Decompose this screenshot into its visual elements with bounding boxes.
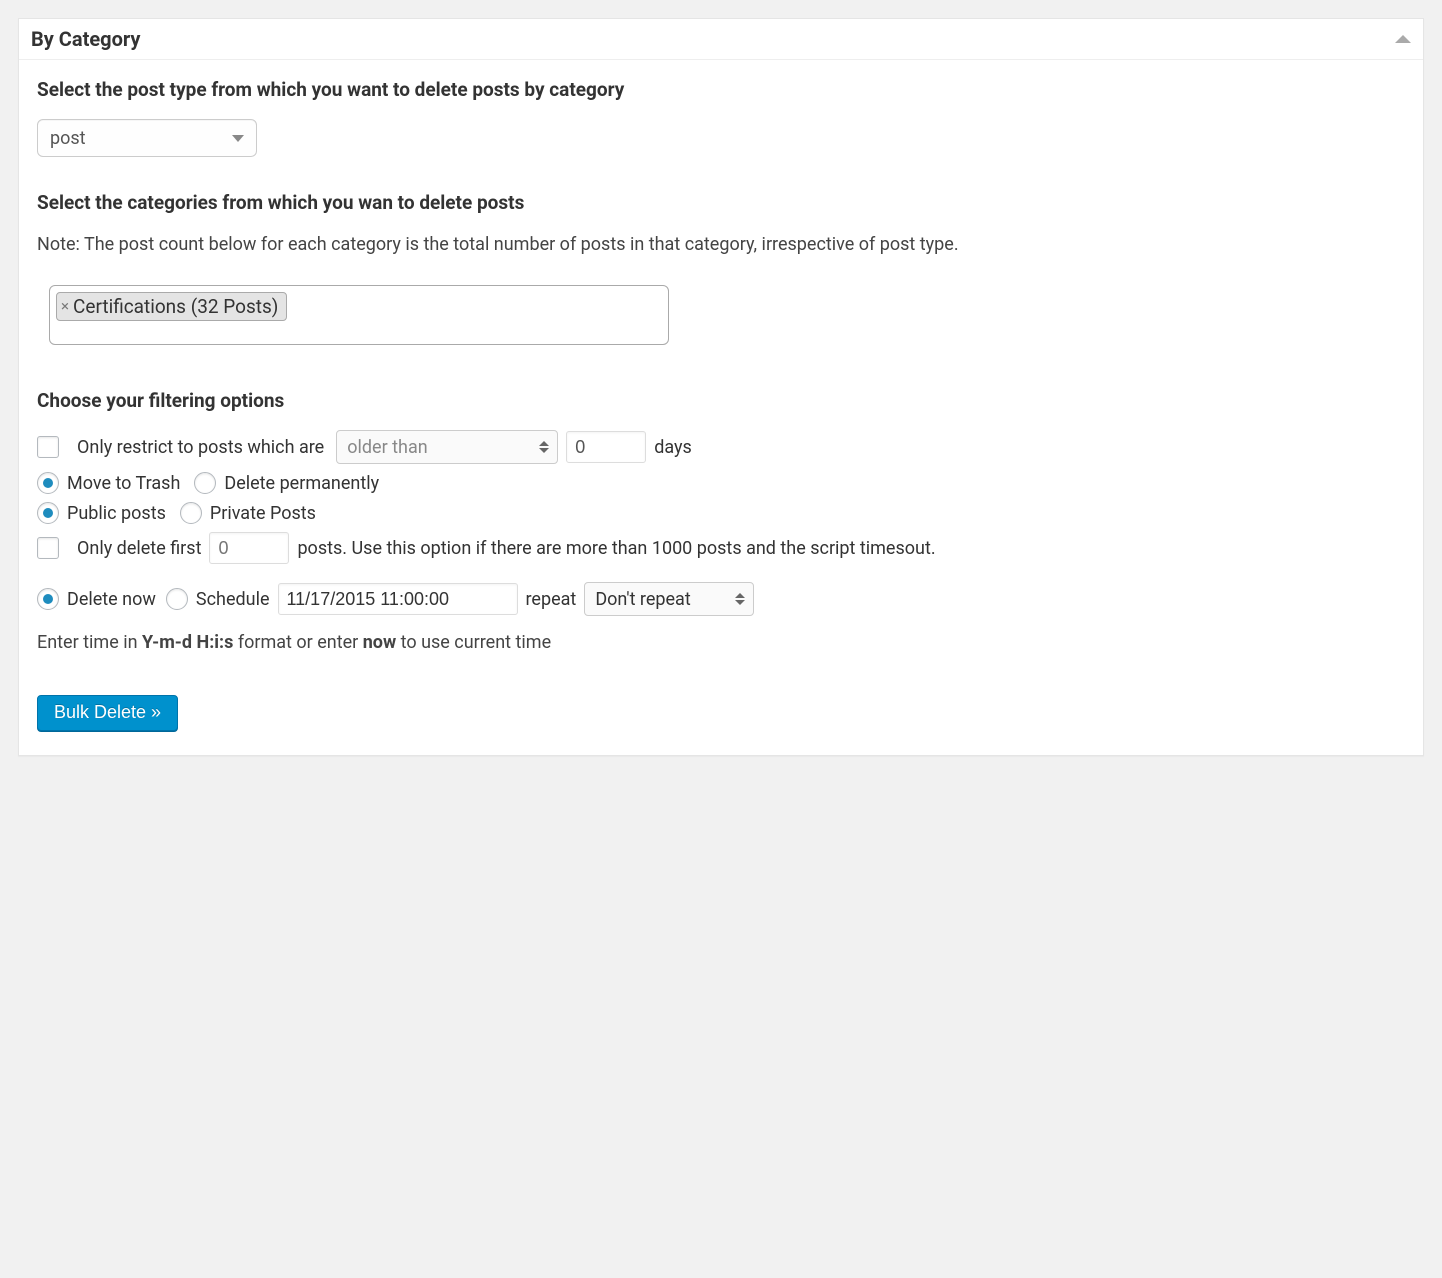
filtering-heading: Choose your filtering options — [37, 389, 1405, 412]
post-type-select[interactable]: post — [37, 119, 257, 157]
categories-heading: Select the categories from which you wan… — [37, 191, 1405, 214]
restrict-days-input[interactable] — [566, 431, 646, 463]
delete-permanently-label: Delete permanently — [224, 473, 379, 494]
hint-now: now — [363, 632, 396, 653]
schedule-datetime-input[interactable] — [278, 583, 518, 615]
repeat-select[interactable]: Don't repeat — [584, 582, 754, 616]
limit-input[interactable] — [209, 532, 289, 564]
visibility-row: Public posts Private Posts — [37, 502, 1405, 524]
collapse-toggle-icon[interactable] — [1395, 35, 1411, 43]
trash-row: Move to Trash Delete permanently — [37, 472, 1405, 494]
categories-multiselect[interactable]: × Certifications (32 Posts) — [49, 285, 669, 345]
remove-tag-icon[interactable]: × — [61, 299, 69, 314]
private-posts-label: Private Posts — [210, 503, 316, 524]
repeat-value: Don't repeat — [595, 589, 690, 610]
bulk-delete-button[interactable]: Bulk Delete » — [37, 695, 178, 731]
post-type-heading: Select the post type from which you want… — [37, 78, 1405, 101]
panel-body: Select the post type from which you want… — [19, 60, 1423, 755]
limit-checkbox[interactable] — [37, 537, 59, 559]
restrict-label: Only restrict to posts which are — [77, 437, 324, 458]
private-posts-radio[interactable] — [180, 502, 202, 524]
limit-row: Only delete first posts. Use this option… — [37, 532, 1405, 564]
restrict-row: Only restrict to posts which are older t… — [37, 430, 1405, 464]
post-type-selected: post — [50, 128, 86, 149]
categories-note: Note: The post count below for each cate… — [37, 232, 1405, 257]
delete-permanently-radio[interactable] — [194, 472, 216, 494]
hint-text: to use current time — [396, 632, 551, 653]
limit-label: Only delete first — [77, 538, 201, 559]
panel-title: By Category — [31, 27, 140, 51]
restrict-operator-value: older than — [347, 437, 427, 458]
public-posts-label: Public posts — [67, 503, 166, 524]
select-stepper-icon — [735, 593, 745, 605]
restrict-days-suffix: days — [654, 437, 692, 458]
delete-now-label: Delete now — [67, 589, 156, 610]
hint-text: Enter time in — [37, 632, 142, 653]
time-format-hint: Enter time in Y-m-d H:i:s format or ente… — [37, 632, 1405, 653]
restrict-operator-select[interactable]: older than — [336, 430, 558, 464]
schedule-row: Delete now Schedule repeat Don't repeat — [37, 582, 1405, 616]
move-to-trash-radio[interactable] — [37, 472, 59, 494]
panel-by-category: By Category Select the post type from wh… — [18, 18, 1424, 756]
restrict-checkbox[interactable] — [37, 436, 59, 458]
public-posts-radio[interactable] — [37, 502, 59, 524]
hint-text: format or enter — [233, 632, 362, 653]
schedule-radio[interactable] — [166, 588, 188, 610]
repeat-label: repeat — [526, 589, 577, 610]
category-tag-label: Certifications (32 Posts) — [73, 295, 278, 318]
limit-suffix: posts. Use this option if there are more… — [297, 538, 935, 559]
delete-now-radio[interactable] — [37, 588, 59, 610]
panel-header[interactable]: By Category — [19, 19, 1423, 60]
select-stepper-icon — [539, 441, 549, 453]
category-tag: × Certifications (32 Posts) — [56, 292, 287, 321]
hint-format: Y-m-d H:i:s — [142, 632, 233, 653]
filter-options: Only restrict to posts which are older t… — [37, 430, 1405, 653]
chevron-down-icon — [232, 135, 244, 142]
move-to-trash-label: Move to Trash — [67, 473, 180, 494]
schedule-label: Schedule — [196, 589, 270, 610]
